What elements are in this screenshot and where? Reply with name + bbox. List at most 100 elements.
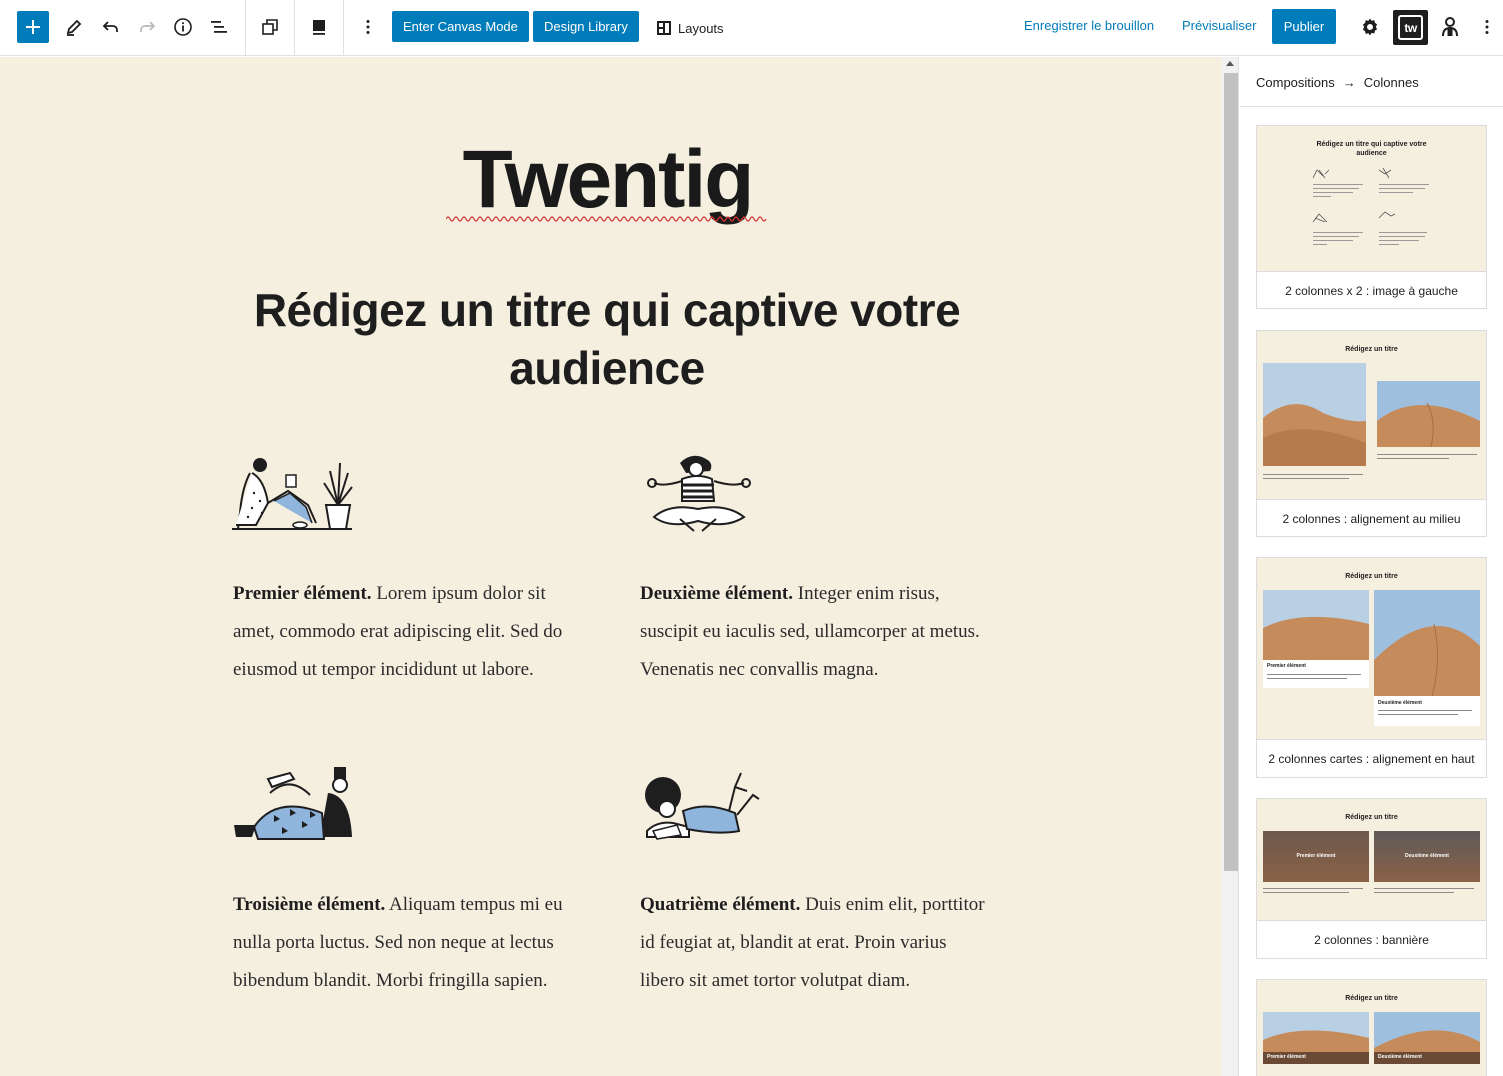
breadcrumb: Compositions → Colonnes: [1256, 75, 1419, 90]
item-2-title: Deuxième élément.: [640, 583, 793, 604]
layouts-label: Layouts: [678, 20, 724, 36]
meditating-person-illustration: [647, 455, 751, 532]
pattern-preview-3: Rédigez un titre Premier élément Deuxièm…: [1257, 558, 1486, 739]
item-1-title: Premier élément.: [233, 583, 372, 604]
pattern-preview-title: Rédigez un titre: [1345, 814, 1398, 821]
pattern-preview-1: Rédigez un titre qui captive votre audie…: [1257, 126, 1486, 271]
item-4-text[interactable]: Quatrième élément. Duis enim elit, portt…: [640, 886, 990, 1000]
lying-reader-illustration: [645, 772, 760, 840]
settings-button[interactable]: [1357, 14, 1383, 40]
breadcrumb-current: Colonnes: [1363, 75, 1419, 90]
pattern-preview-grid: [1312, 167, 1429, 245]
editor-toolbar: Enter Canvas Mode Design Library Layouts…: [0, 0, 1503, 56]
editor-canvas[interactable]: Twentig Rédigez un titre qui captive vot…: [0, 57, 1222, 1076]
twentig-settings-button[interactable]: tw: [1393, 10, 1428, 45]
preview-card-1: Premier élément: [1263, 590, 1369, 688]
duplicate-button[interactable]: [257, 14, 283, 40]
canvas-scrollbar[interactable]: [1222, 57, 1239, 1076]
block-align-button[interactable]: [306, 14, 332, 40]
pattern-preview-title: Rédigez un titre: [1345, 346, 1398, 353]
pencil-icon: [66, 19, 82, 36]
block-align-icon: [313, 20, 325, 35]
toolbar-divider: [343, 0, 344, 56]
tools-button[interactable]: [61, 14, 87, 40]
heading-line-1: Rédigez un titre qui captive votre: [253, 284, 961, 336]
item-2-text[interactable]: Deuxième élément. Integer enim risus, su…: [640, 575, 990, 689]
preview-text-line: [1378, 714, 1458, 715]
options-button[interactable]: [1474, 14, 1500, 40]
enter-canvas-mode-button[interactable]: Enter Canvas Mode: [392, 11, 529, 42]
publish-button[interactable]: Publier: [1272, 9, 1336, 44]
plugin-user-button[interactable]: [1437, 14, 1463, 40]
preview-text-line: [1263, 888, 1363, 889]
site-title[interactable]: Twentig: [0, 133, 1215, 227]
scroll-up-arrow[interactable]: [1226, 61, 1234, 66]
redo-icon: [140, 21, 156, 32]
preview-text-line: [1263, 474, 1363, 475]
desert-image-2: [1377, 381, 1480, 447]
pattern-card-4[interactable]: Rédigez un titre Premier élément Deuxièm…: [1256, 798, 1487, 959]
section-heading[interactable]: Rédigez un titre qui captive votre audie…: [200, 281, 1014, 397]
item-1-text[interactable]: Premier élément. Lorem ipsum dolor sit a…: [233, 575, 583, 689]
pattern-preview-title: Rédigez un titre: [1345, 995, 1398, 1002]
reading-woman-illustration: [232, 458, 353, 530]
redo-button[interactable]: [134, 14, 160, 40]
desert-image-1: [1263, 363, 1366, 466]
breadcrumb-arrow: →: [1342, 75, 1356, 90]
preview-text-line: [1263, 892, 1349, 893]
more-vertical-icon: [366, 20, 370, 34]
layouts-button[interactable]: Layouts: [656, 17, 724, 39]
pattern-card-3[interactable]: Rédigez un titre Premier élément Deuxièm…: [1256, 557, 1487, 778]
duplicate-icon: [262, 19, 278, 35]
pattern-card-5[interactable]: Rédigez un titre Premier élément Deuxièm…: [1256, 979, 1487, 1076]
pattern-card-2[interactable]: Rédigez un titre 2 colonnes : alignement…: [1256, 330, 1487, 537]
list-view-icon: [211, 21, 227, 33]
more-vertical-icon: [1485, 20, 1489, 34]
sidebar-divider: [1240, 106, 1503, 107]
pattern-preview-5: Rédigez un titre Premier élément Deuxièm…: [1257, 980, 1486, 1076]
desert-image-2: [1374, 590, 1480, 697]
pattern-preview-2: Rédigez un titre: [1257, 331, 1486, 499]
preview-card-title: Premier élément: [1267, 663, 1306, 669]
toolbar-divider: [294, 0, 295, 56]
desert-image-1: [1263, 590, 1369, 660]
list-view-button[interactable]: [206, 14, 232, 40]
preview-card-2: Deuxième élément: [1374, 590, 1480, 726]
spellcheck-underline: [446, 216, 767, 222]
gear-icon: [1362, 18, 1378, 36]
reclining-man-illustration: [234, 767, 352, 840]
pattern-preview-title: Rédigez un titre qui captive votre audie…: [1316, 141, 1427, 157]
preview-text-line: [1263, 478, 1349, 479]
details-button[interactable]: [170, 14, 196, 40]
layouts-icon: [657, 21, 671, 35]
pattern-preview-4: Rédigez un titre Premier élément Deuxièm…: [1257, 799, 1486, 920]
heading-line-2: audience: [509, 342, 705, 394]
plus-icon: [26, 20, 40, 34]
preview-button[interactable]: Prévisualiser: [1182, 18, 1256, 33]
undo-button[interactable]: [98, 14, 124, 40]
design-library-button[interactable]: Design Library: [533, 11, 639, 42]
banner-caption: Premier élément: [1296, 853, 1336, 859]
pattern-preview-title: Rédigez un titre: [1345, 573, 1398, 580]
banner-caption: Deuxième élément: [1378, 1054, 1422, 1060]
banner-caption: Deuxième élément: [1405, 853, 1449, 859]
more-options-button[interactable]: [355, 14, 381, 40]
pattern-card-1[interactable]: Rédigez un titre qui captive votre audie…: [1256, 125, 1487, 309]
add-block-button[interactable]: [17, 11, 49, 43]
preview-text-line: [1374, 892, 1454, 893]
breadcrumb-root[interactable]: Compositions: [1256, 75, 1335, 90]
preview-text-line: [1374, 888, 1474, 889]
preview-text-line: [1377, 458, 1449, 459]
undo-icon: [102, 21, 118, 32]
pattern-label-1: 2 colonnes x 2 : image à gauche: [1257, 271, 1486, 309]
item-3-text[interactable]: Troisième élément. Aliquam tempus mi eu …: [233, 886, 583, 1000]
toolbar-divider: [245, 0, 246, 56]
save-draft-button[interactable]: Enregistrer le brouillon: [1024, 18, 1154, 33]
pattern-label-2: 2 colonnes : alignement au milieu: [1257, 499, 1486, 537]
preview-card-title: Deuxième élément: [1378, 700, 1422, 706]
banner-image-2: Deuxième élément: [1374, 831, 1480, 882]
banner-image-1: Premier élément: [1263, 831, 1369, 882]
banner-caption: Premier élément: [1267, 1054, 1306, 1060]
preview-text-line: [1267, 678, 1347, 679]
scroll-thumb[interactable]: [1224, 73, 1238, 871]
